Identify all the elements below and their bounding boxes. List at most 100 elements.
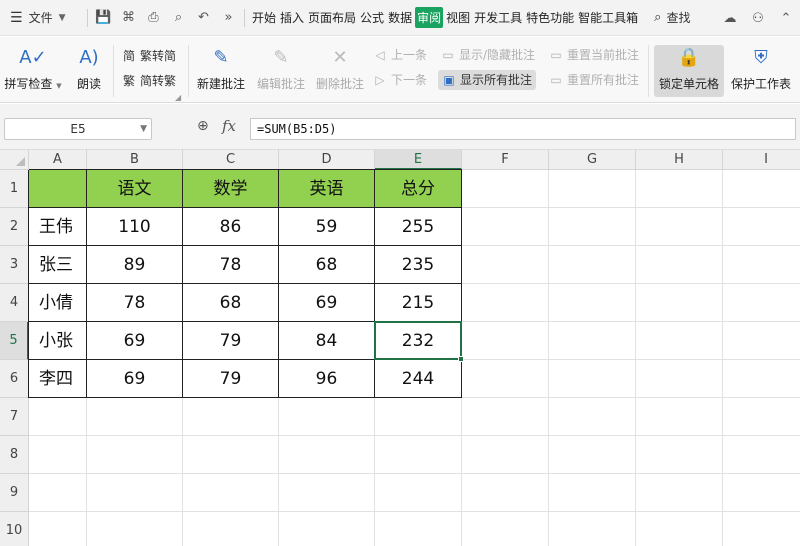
- cell-a8[interactable]: [29, 436, 87, 474]
- cell-f8[interactable]: [462, 436, 549, 474]
- cell-b1[interactable]: 语文: [87, 170, 183, 208]
- search-button[interactable]: ⌕ 查找: [654, 9, 690, 26]
- cell-i7[interactable]: [723, 398, 800, 436]
- show-hide-comment-button[interactable]: ▭ 显示/隐藏批注: [441, 45, 535, 65]
- cell-c2[interactable]: 86: [183, 208, 279, 246]
- cell-d8[interactable]: [279, 436, 375, 474]
- cell-b5[interactable]: 69: [87, 322, 183, 360]
- column-header-f[interactable]: F: [462, 150, 549, 170]
- tab-special-features[interactable]: 特色功能: [525, 7, 575, 28]
- cell-d2[interactable]: 59: [279, 208, 375, 246]
- tab-view[interactable]: 视图: [445, 7, 471, 28]
- cell-g10[interactable]: [549, 512, 636, 546]
- cell-f2[interactable]: [462, 208, 549, 246]
- cell-a3[interactable]: 张三: [29, 246, 87, 284]
- cell-f1[interactable]: [462, 170, 549, 208]
- name-box[interactable]: E5 ▼: [4, 118, 152, 140]
- cell-d6[interactable]: 96: [279, 360, 375, 398]
- cell-a10[interactable]: [29, 512, 87, 546]
- read-aloud-button[interactable]: A) 朗读: [70, 45, 108, 97]
- new-comment-button[interactable]: ✎ 新建批注: [193, 45, 249, 97]
- print-preview-icon[interactable]: ⌕: [166, 10, 191, 25]
- cell-h3[interactable]: [636, 246, 723, 284]
- cell-i1[interactable]: [723, 170, 800, 208]
- cell-h8[interactable]: [636, 436, 723, 474]
- reset-all-comments-button[interactable]: ▭ 重置所有批注: [549, 70, 639, 90]
- cell-c9[interactable]: [183, 474, 279, 512]
- cell-g3[interactable]: [549, 246, 636, 284]
- row-header-3[interactable]: 3: [0, 246, 29, 284]
- cell-b8[interactable]: [87, 436, 183, 474]
- cell-i8[interactable]: [723, 436, 800, 474]
- cell-c1[interactable]: 数学: [183, 170, 279, 208]
- column-header-g[interactable]: G: [549, 150, 636, 170]
- cell-g7[interactable]: [549, 398, 636, 436]
- cell-e1[interactable]: 总分: [375, 170, 462, 208]
- cell-b2[interactable]: 110: [87, 208, 183, 246]
- save-icon[interactable]: 💾: [91, 10, 116, 25]
- previous-comment-button[interactable]: ◁ 上一条: [373, 45, 427, 65]
- cell-f10[interactable]: [462, 512, 549, 546]
- row-header-8[interactable]: 8: [0, 436, 29, 474]
- cell-d3[interactable]: 68: [279, 246, 375, 284]
- cell-h1[interactable]: [636, 170, 723, 208]
- cell-b7[interactable]: [87, 398, 183, 436]
- undo-icon[interactable]: ↶: [191, 10, 216, 25]
- tab-data[interactable]: 数据: [387, 7, 413, 28]
- cell-h7[interactable]: [636, 398, 723, 436]
- tab-review[interactable]: 审阅: [415, 7, 444, 28]
- tab-page-layout[interactable]: 页面布局: [307, 7, 357, 28]
- column-header-c[interactable]: C: [183, 150, 279, 170]
- cell-b6[interactable]: 69: [87, 360, 183, 398]
- cell-e2[interactable]: 255: [375, 208, 462, 246]
- cell-c4[interactable]: 68: [183, 284, 279, 322]
- cell-c7[interactable]: [183, 398, 279, 436]
- cell-g4[interactable]: [549, 284, 636, 322]
- cell-e3[interactable]: 235: [375, 246, 462, 284]
- collapse-ribbon-icon[interactable]: ⌃: [772, 11, 800, 26]
- format-painter-icon[interactable]: ⌘: [116, 10, 141, 25]
- cell-h10[interactable]: [636, 512, 723, 546]
- cell-h6[interactable]: [636, 360, 723, 398]
- reset-current-comment-button[interactable]: ▭ 重置当前批注: [549, 45, 639, 65]
- delete-comment-button[interactable]: ✕ 删除批注: [312, 45, 368, 97]
- tab-smart-toolbox[interactable]: 智能工具箱: [577, 7, 639, 28]
- cell-e4[interactable]: 215: [375, 284, 462, 322]
- cell-g1[interactable]: [549, 170, 636, 208]
- cell-a5[interactable]: 小张: [29, 322, 87, 360]
- cell-b3[interactable]: 89: [87, 246, 183, 284]
- cell-e8[interactable]: [375, 436, 462, 474]
- show-all-comments-button[interactable]: ▣ 显示所有批注: [438, 70, 537, 90]
- cell-a2[interactable]: 王伟: [29, 208, 87, 246]
- cell-a4[interactable]: 小倩: [29, 284, 87, 322]
- spreadsheet-grid[interactable]: A B C D E F G H I 1 2 3 4 5 6 7 8 9 10 语文 数学 英语 总分 王伟 110 86 59 255…: [0, 150, 800, 546]
- cell-d4[interactable]: 69: [279, 284, 375, 322]
- chevron-down-icon[interactable]: ▼: [140, 119, 147, 139]
- cell-d10[interactable]: [279, 512, 375, 546]
- cell-e5[interactable]: 232: [375, 322, 462, 360]
- cell-c10[interactable]: [183, 512, 279, 546]
- select-all-corner[interactable]: [0, 150, 29, 170]
- tab-home[interactable]: 开始: [251, 7, 277, 28]
- cell-d5[interactable]: 84: [279, 322, 375, 360]
- cell-i4[interactable]: [723, 284, 800, 322]
- column-header-b[interactable]: B: [87, 150, 183, 170]
- row-header-2[interactable]: 2: [0, 208, 29, 246]
- cell-i6[interactable]: [723, 360, 800, 398]
- cell-f4[interactable]: [462, 284, 549, 322]
- cell-i3[interactable]: [723, 246, 800, 284]
- cell-g2[interactable]: [549, 208, 636, 246]
- cell-f7[interactable]: [462, 398, 549, 436]
- traditional-to-simplified-button[interactable]: 简 繁转简: [122, 46, 176, 66]
- cell-e10[interactable]: [375, 512, 462, 546]
- column-header-d[interactable]: D: [279, 150, 375, 170]
- cell-d1[interactable]: 英语: [279, 170, 375, 208]
- file-menu[interactable]: ☰ 文件 ▼: [0, 9, 84, 26]
- cell-g9[interactable]: [549, 474, 636, 512]
- function-icon[interactable]: fx: [222, 117, 236, 135]
- cell-f9[interactable]: [462, 474, 549, 512]
- column-header-e[interactable]: E: [375, 150, 462, 170]
- cell-i9[interactable]: [723, 474, 800, 512]
- row-header-7[interactable]: 7: [0, 398, 29, 436]
- cell-b10[interactable]: [87, 512, 183, 546]
